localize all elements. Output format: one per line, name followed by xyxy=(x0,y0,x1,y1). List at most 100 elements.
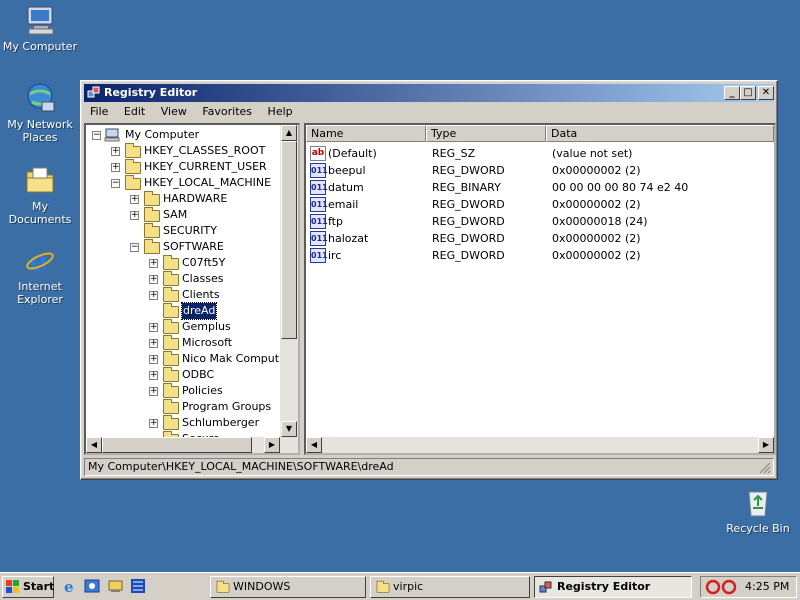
folder-icon xyxy=(144,207,160,222)
scroll-down-arrow-icon[interactable]: ▼ xyxy=(281,421,297,437)
tree-node-label: My Computer xyxy=(125,128,200,141)
expand-icon[interactable]: + xyxy=(130,211,139,220)
tree-node-label: ODBC xyxy=(182,368,215,381)
value-name[interactable]: (Default) xyxy=(328,145,424,162)
taskbar: Start e WINDOWS virpic Registry Editor 4… xyxy=(0,572,800,600)
collapse-icon[interactable]: − xyxy=(130,243,139,252)
tree-node[interactable]: dreAd xyxy=(86,302,280,320)
desktop-icon-my-computer[interactable]: My Computer xyxy=(0,4,80,53)
expand-icon[interactable]: + xyxy=(130,195,139,204)
value-name[interactable]: beepul xyxy=(328,162,424,179)
maximize-button[interactable]: □ xyxy=(740,86,756,100)
value-name[interactable]: halozat xyxy=(328,230,424,247)
tree-node[interactable]: + Clients xyxy=(86,287,280,303)
close-button[interactable]: ✕ xyxy=(758,86,774,100)
tree-vertical-scrollbar[interactable]: ▲ ▼ xyxy=(280,125,298,437)
scroll-thumb[interactable] xyxy=(281,141,297,339)
tree-node[interactable]: + Policies xyxy=(86,383,280,399)
value-data: 0x00000002 (2) xyxy=(552,164,641,177)
values-list-pane[interactable]: Name Type Data ab (Default) REG_SZ (value n… xyxy=(304,123,776,455)
expand-icon[interactable]: + xyxy=(149,339,158,348)
tree-node[interactable]: + HARDWARE xyxy=(86,191,280,207)
desktop-icon-network-places[interactable]: My Network Places xyxy=(0,82,80,144)
expand-icon[interactable]: + xyxy=(149,323,158,332)
value-name[interactable]: datum xyxy=(328,179,424,196)
tree-node-label: Nico Mak Computing xyxy=(182,352,280,365)
folder-icon xyxy=(125,143,141,158)
key-tree-pane[interactable]: − My Computer + HKEY_CLASSES_ROOT + HKEY_CURR… xyxy=(84,123,300,455)
menu-view[interactable]: View xyxy=(155,103,193,121)
tree-node[interactable]: + ODBC xyxy=(86,367,280,383)
expand-icon[interactable]: + xyxy=(149,419,158,428)
value-name[interactable]: irc xyxy=(328,247,424,264)
tree-node[interactable]: − HKEY_LOCAL_MACHINE xyxy=(86,175,280,191)
quicklaunch-outlook-icon[interactable] xyxy=(84,578,100,594)
column-header-data[interactable]: Data xyxy=(546,125,774,142)
expand-icon[interactable]: + xyxy=(111,147,120,156)
expand-icon[interactable]: + xyxy=(149,259,158,268)
scroll-right-arrow-icon[interactable]: ▶ xyxy=(758,437,774,453)
folder-icon xyxy=(144,223,160,238)
tree-node[interactable]: + HKEY_CURRENT_USER xyxy=(86,159,280,175)
network-places-icon xyxy=(24,82,56,114)
folder-icon xyxy=(163,335,179,350)
expand-icon[interactable]: + xyxy=(149,371,158,380)
tree-node-label: SOFTWARE xyxy=(163,240,224,253)
tree-node[interactable]: + Schlumberger xyxy=(86,415,280,431)
values-list: ab (Default) REG_SZ (value not set) 011 beepu… xyxy=(306,143,774,437)
tree-node[interactable]: + Microsoft xyxy=(86,335,280,351)
tree-node-label: HKEY_CURRENT_USER xyxy=(144,160,267,173)
quicklaunch-ie-icon[interactable]: e xyxy=(62,578,78,596)
tree-node[interactable]: − SOFTWARE xyxy=(86,239,280,255)
value-name[interactable]: ftp xyxy=(328,213,424,230)
collapse-icon[interactable]: − xyxy=(111,179,120,188)
resize-grip-icon[interactable] xyxy=(759,462,771,474)
expand-icon[interactable]: + xyxy=(149,355,158,364)
scroll-left-arrow-icon[interactable]: ◀ xyxy=(86,437,102,453)
expand-icon[interactable]: + xyxy=(111,163,120,172)
taskbar-button-virpic[interactable]: virpic xyxy=(370,576,530,598)
tree-node[interactable]: − My Computer xyxy=(86,127,280,143)
expand-icon[interactable]: + xyxy=(149,291,158,300)
binary-value-icon: 011 xyxy=(310,248,328,263)
scroll-right-arrow-icon[interactable]: ▶ xyxy=(264,437,280,453)
expand-icon[interactable]: + xyxy=(149,387,158,396)
menu-help[interactable]: Help xyxy=(262,103,299,121)
tree-node[interactable]: + Classes xyxy=(86,271,280,287)
taskbar-button-registry-editor[interactable]: Registry Editor xyxy=(534,576,692,598)
expand-icon[interactable]: + xyxy=(149,275,158,284)
quicklaunch-app-icon[interactable] xyxy=(130,578,146,594)
scroll-up-arrow-icon[interactable]: ▲ xyxy=(281,125,297,141)
quicklaunch-desktop-icon[interactable] xyxy=(108,578,124,594)
tree-horizontal-scrollbar[interactable]: ◀ ▶ xyxy=(86,437,298,453)
value-data: 0x00000002 (2) xyxy=(552,232,641,245)
tree-node-label: HKEY_CLASSES_ROOT xyxy=(144,144,266,157)
collapse-icon[interactable]: − xyxy=(92,131,101,140)
tray-app-icon[interactable] xyxy=(705,579,739,595)
tree-node[interactable]: + SAM xyxy=(86,207,280,223)
tree-node[interactable]: SECURITY xyxy=(86,223,280,239)
values-horizontal-scrollbar[interactable]: ◀ ▶ xyxy=(306,437,774,453)
desktop-icon-recycle-bin[interactable]: Recycle Bin xyxy=(718,486,798,535)
start-button[interactable]: Start xyxy=(2,576,54,598)
tree-node[interactable]: Program Groups xyxy=(86,399,280,415)
menu-favorites[interactable]: Favorites xyxy=(196,103,258,121)
desktop-icon-my-documents[interactable]: My Documents xyxy=(0,164,80,226)
my-computer-icon xyxy=(104,128,120,142)
column-header-name[interactable]: Name xyxy=(306,125,426,142)
tree-node[interactable]: + Nico Mak Computing xyxy=(86,351,280,367)
tree-node[interactable]: + Gemplus xyxy=(86,319,280,335)
menu-file[interactable]: File xyxy=(84,103,114,121)
value-name[interactable]: email xyxy=(328,196,424,213)
clock[interactable]: 4:25 PM xyxy=(745,577,789,597)
title-bar[interactable]: Registry Editor _ □ ✕ xyxy=(84,84,774,102)
tree-node[interactable]: + HKEY_CLASSES_ROOT xyxy=(86,143,280,159)
taskbar-button-windows[interactable]: WINDOWS xyxy=(210,576,366,598)
menu-edit[interactable]: Edit xyxy=(118,103,151,121)
minimize-button[interactable]: _ xyxy=(724,86,740,100)
scroll-left-arrow-icon[interactable]: ◀ xyxy=(306,437,322,453)
desktop-icon-internet-explorer[interactable]: e Internet Explorer xyxy=(0,244,80,306)
tree-node[interactable]: + C07ft5Y xyxy=(86,255,280,271)
column-header-type[interactable]: Type xyxy=(426,125,546,142)
scroll-thumb[interactable] xyxy=(102,437,252,453)
